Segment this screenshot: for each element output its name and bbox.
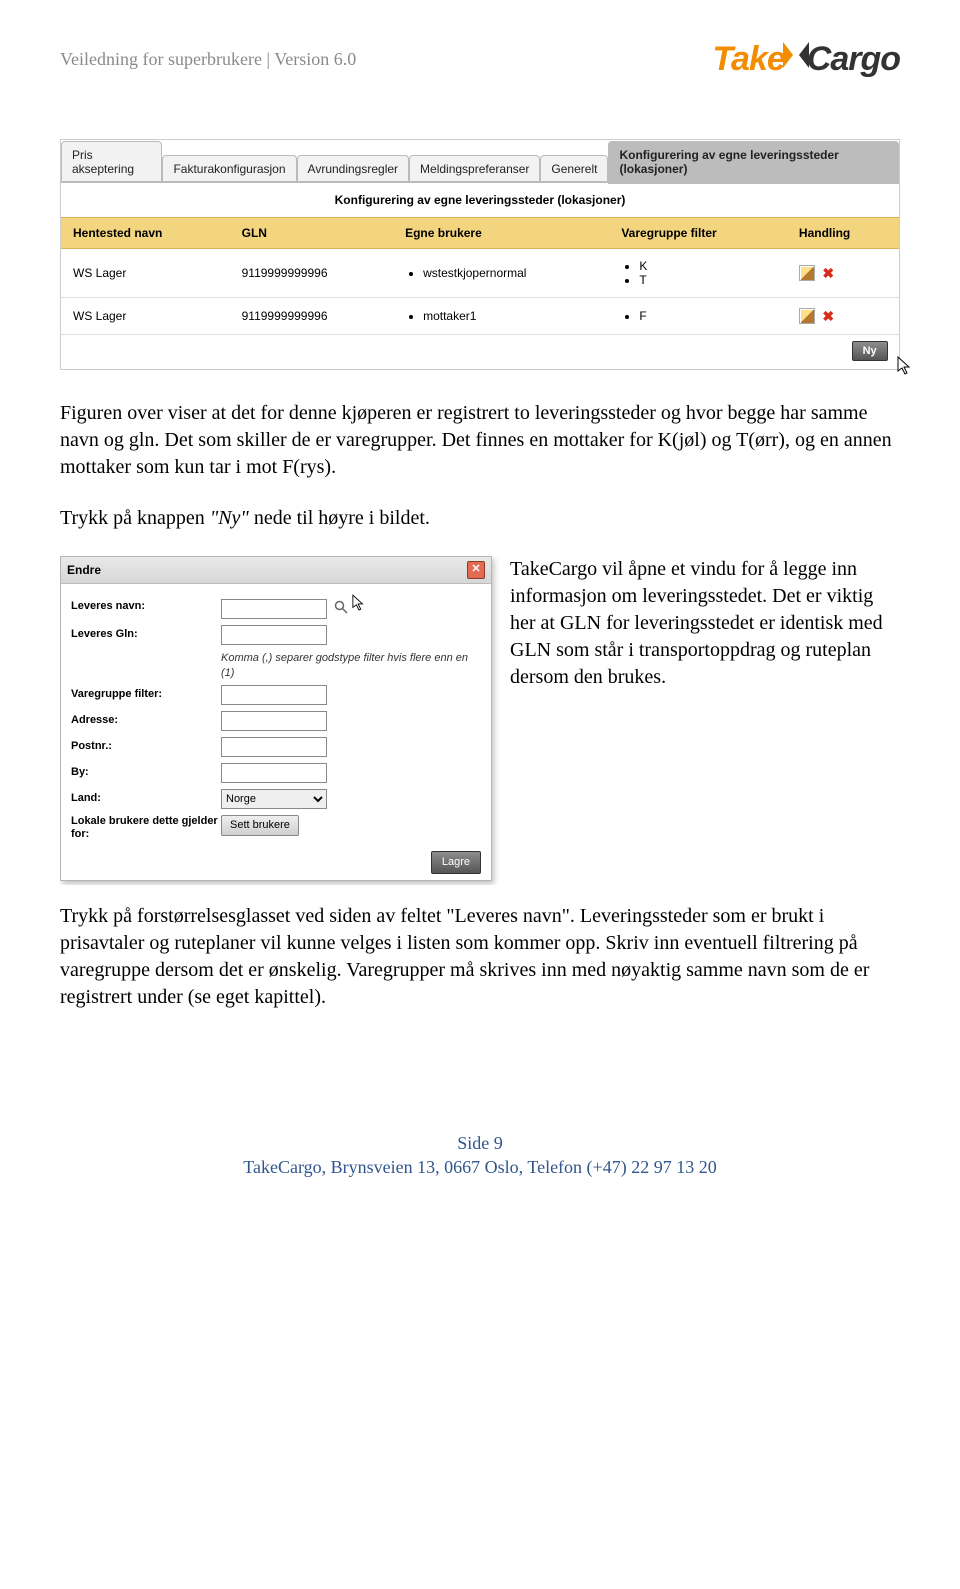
p2-pre: Trykk på knappen — [60, 507, 210, 529]
edit-icon[interactable] — [799, 265, 815, 281]
list-item: T — [639, 273, 775, 287]
dialog-titlebar: Endre ✕ — [61, 557, 491, 584]
cell-filter: F — [609, 298, 787, 335]
logo: Take Cargo — [713, 40, 900, 79]
label-leveres-navn: Leveres navn: — [71, 600, 221, 613]
adresse-input[interactable] — [221, 711, 327, 731]
search-icon[interactable] — [334, 600, 348, 618]
screenshot-config-table: Pris akseptering Fakturakonfigurasjon Av… — [60, 139, 900, 370]
filter-hint: Komma (,) separer godstype filter hvis f… — [221, 651, 481, 681]
footer-page-number: Side 9 — [60, 1131, 900, 1155]
cell-filter: K T — [609, 249, 787, 298]
tab-konfigurering-leveringssteder[interactable]: Konfigurering av egne leveringssteder (l… — [608, 141, 899, 184]
paragraph-2: Trykk på knappen "Ny" nede til høyre i b… — [60, 505, 900, 532]
label-land: Land: — [71, 792, 221, 805]
col-egne-brukere: Egne brukere — [393, 218, 609, 249]
label-adresse: Adresse: — [71, 714, 221, 727]
list-item: wstestkjopernormal — [423, 266, 597, 280]
col-handling: Handling — [787, 218, 899, 249]
paragraph-1: Figuren over viser at det for denne kjøp… — [60, 400, 900, 481]
paragraph-4: Trykk på forstørrelsesglasset ved siden … — [60, 903, 900, 1011]
cell-navn: WS Lager — [61, 249, 230, 298]
list-item: K — [639, 259, 775, 273]
table-row: WS Lager 9119999999996 mottaker1 F ✖ — [61, 298, 899, 335]
logo-cargo: Cargo — [807, 40, 900, 79]
footer-address: TakeCargo, Brynsveien 13, 0667 Oslo, Tel… — [60, 1155, 900, 1179]
ny-button-label: Ny — [863, 345, 877, 357]
delete-icon[interactable]: ✖ — [821, 266, 835, 280]
label-postnr: Postnr.: — [71, 740, 221, 753]
cell-gln: 9119999999996 — [230, 298, 393, 335]
by-input[interactable] — [221, 763, 327, 783]
cell-navn: WS Lager — [61, 298, 230, 335]
page-header: Veiledning for superbrukere | Version 6.… — [60, 40, 900, 79]
tab-strip: Pris akseptering Fakturakonfigurasjon Av… — [61, 140, 899, 183]
cursor-icon — [352, 601, 366, 615]
col-varegruppe-filter: Varegruppe filter — [609, 218, 787, 249]
dialog-body: Leveres navn: Leveres Gln: — [61, 584, 491, 880]
table-row: WS Lager 9119999999996 wstestkjopernorma… — [61, 249, 899, 298]
label-by: By: — [71, 766, 221, 779]
tab-generelt[interactable]: Generelt — [540, 155, 608, 181]
panel-title: Konfigurering av egne leveringssteder (l… — [61, 183, 899, 217]
logo-take: Take — [713, 40, 785, 79]
button-row: Ny — [61, 335, 899, 369]
tab-pris-akseptering[interactable]: Pris akseptering — [61, 141, 162, 181]
edit-icon[interactable] — [799, 308, 815, 324]
logo-x-icon — [783, 40, 809, 70]
page-footer: Side 9 TakeCargo, Brynsveien 13, 0667 Os… — [60, 1131, 900, 1180]
leveres-gln-input[interactable] — [221, 625, 327, 645]
p2-em: "Ny" — [210, 507, 249, 529]
tab-fakturakonfigurasjon[interactable]: Fakturakonfigurasjon — [162, 155, 296, 181]
list-item: F — [639, 309, 775, 323]
col-hentested-navn: Hentested navn — [61, 218, 230, 249]
lagre-button[interactable]: Lagre — [431, 851, 481, 874]
header-text: Veiledning for superbrukere | Version 6.… — [60, 49, 356, 70]
p2-post: nede til høyre i bildet. — [249, 507, 430, 529]
label-varegruppe-filter: Varegruppe filter: — [71, 688, 221, 701]
leveres-navn-input[interactable] — [221, 599, 327, 619]
postnr-input[interactable] — [221, 737, 327, 757]
varegruppe-filter-input[interactable] — [221, 685, 327, 705]
label-lokale-brukere: Lokale brukere dette gjelder for: — [71, 815, 221, 841]
cell-actions: ✖ — [787, 298, 899, 335]
sett-brukere-button[interactable]: Sett brukere — [221, 815, 299, 836]
endre-dialog: Endre ✕ Leveres navn: — [60, 556, 492, 881]
col-gln: GLN — [230, 218, 393, 249]
ny-button[interactable]: Ny — [852, 341, 888, 361]
delete-icon[interactable]: ✖ — [821, 309, 835, 323]
list-item: mottaker1 — [423, 309, 597, 323]
label-leveres-gln: Leveres Gln: — [71, 628, 221, 641]
dialog-and-text-block: Endre ✕ Leveres navn: — [60, 556, 900, 885]
cell-gln: 9119999999996 — [230, 249, 393, 298]
cell-brukere: mottaker1 — [393, 298, 609, 335]
close-icon[interactable]: ✕ — [467, 561, 485, 579]
leveringssteder-table: Hentested navn GLN Egne brukere Varegrup… — [61, 217, 899, 335]
paragraph-3-rest: informasjon om leveringsstedet. Det er v… — [510, 585, 883, 688]
dialog-title: Endre — [67, 562, 101, 578]
land-select[interactable]: Norge — [221, 789, 327, 809]
paragraph-3-lead: TakeCargo vil åpne et vindu for å legge … — [510, 558, 857, 580]
tab-meldingspreferanser[interactable]: Meldingspreferanser — [409, 155, 540, 181]
cell-brukere: wstestkjopernormal — [393, 249, 609, 298]
cell-actions: ✖ — [787, 249, 899, 298]
tab-avrundingsregler[interactable]: Avrundingsregler — [297, 155, 410, 181]
dialog-footer: Lagre — [71, 847, 481, 874]
